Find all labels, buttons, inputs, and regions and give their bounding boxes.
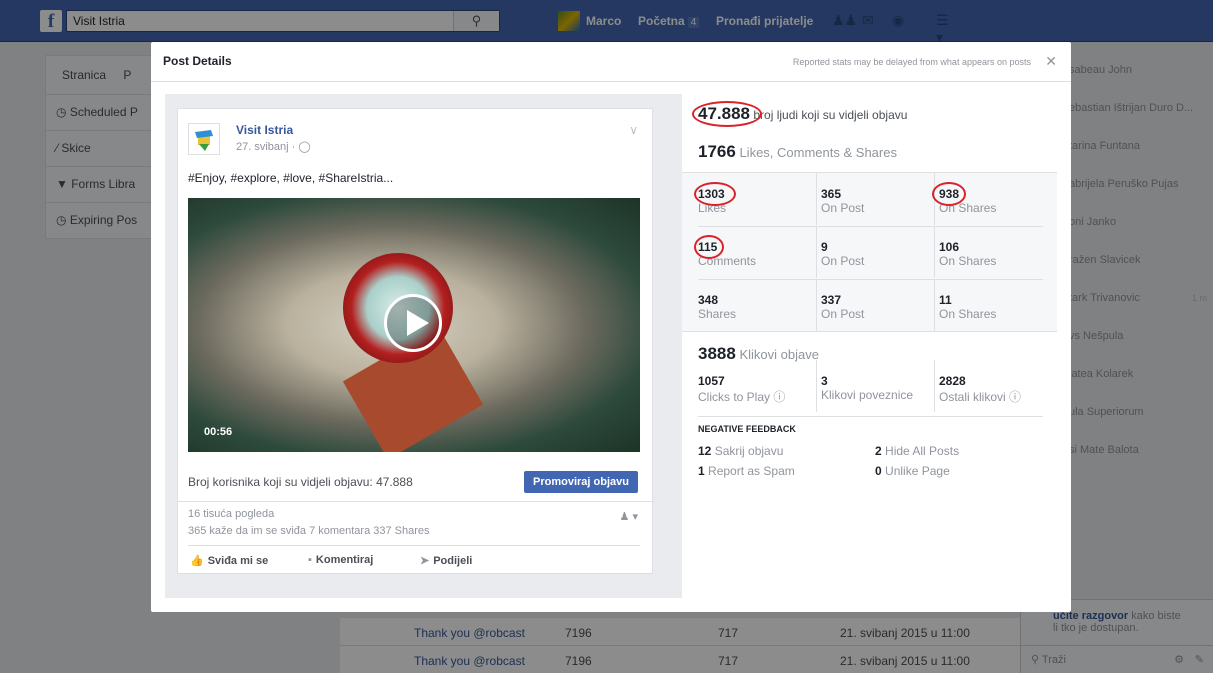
shares-total: 348 bbox=[698, 293, 719, 307]
share-label: Podijeli bbox=[433, 555, 473, 567]
comment-button[interactable]: ▪ Komentiraj bbox=[308, 554, 373, 566]
hide-post-stat: 12 Sakrij objavu bbox=[698, 444, 783, 458]
hide-all-value: 2 bbox=[875, 444, 882, 458]
stats-delay-note: Reported stats may be delayed from what … bbox=[792, 57, 1031, 67]
promote-button[interactable]: Promoviraj objavu bbox=[524, 471, 638, 493]
engagement-label: Likes, Comments & Shares bbox=[739, 145, 897, 160]
share-button[interactable]: ➤ Podijeli bbox=[420, 554, 472, 567]
view-count: 16 tisuća pogleda bbox=[188, 508, 275, 520]
highlight-circle bbox=[694, 182, 736, 206]
post-date[interactable]: 27. svibanj · ◯ bbox=[236, 140, 311, 153]
clicks-to-play: 1057 bbox=[698, 374, 725, 388]
highlight-circle bbox=[692, 101, 762, 127]
play-icon[interactable] bbox=[384, 294, 442, 352]
comments-on-shares: 106 bbox=[939, 240, 960, 254]
chevron-down-icon[interactable]: ∨ bbox=[629, 123, 638, 137]
likes-on-post: 365 bbox=[821, 187, 842, 201]
hide-post-value: 12 bbox=[698, 444, 712, 458]
clicks-to-play-text: Clicks to Play bbox=[698, 390, 771, 404]
like-button[interactable]: 👍 Sviđa mi se bbox=[190, 554, 268, 567]
post-details-modal: Post Details Reported stats may be delay… bbox=[151, 42, 1071, 612]
visit-istria-logo-icon bbox=[195, 130, 213, 151]
other-clicks-cell: 2828 Ostali klikovi ⓘ bbox=[934, 360, 1054, 412]
comments-on-post: 9 bbox=[821, 240, 828, 254]
spam-label: Report as Spam bbox=[708, 464, 795, 478]
thumbs-up-icon: 👍 bbox=[190, 555, 204, 567]
like-label: Sviđa mi se bbox=[207, 555, 269, 567]
hide-post-label: Sakrij objavu bbox=[714, 444, 784, 458]
modal-header: Post Details Reported stats may be delay… bbox=[151, 42, 1071, 82]
unlike-value: 0 bbox=[875, 464, 882, 478]
comments-on-shares-cell: 106 On Shares bbox=[934, 226, 1054, 278]
share-icon: ➤ bbox=[420, 555, 430, 567]
video-duration: 00:56 bbox=[204, 426, 233, 438]
clicks-to-play-label: Clicks to Play ⓘ bbox=[698, 388, 818, 405]
shares-on-post-cell: 337 On Post bbox=[816, 279, 936, 331]
modal-title: Post Details bbox=[163, 54, 232, 68]
comments-on-post-cell: 9 On Post bbox=[816, 226, 936, 278]
likes-on-post-label: On Post bbox=[821, 201, 865, 215]
engagement-value: 1766 bbox=[698, 142, 736, 161]
comment-icon: ▪ bbox=[308, 554, 312, 566]
negative-feedback-title: NEGATIVE FEEDBACK bbox=[698, 424, 796, 434]
close-icon[interactable]: ✕ bbox=[1045, 53, 1057, 70]
divider bbox=[188, 545, 640, 546]
video-player[interactable]: 00:56 bbox=[188, 198, 640, 452]
post-preview-panel: Visit Istria 27. svibanj · ◯ ∨ #Enjoy, #… bbox=[165, 94, 682, 598]
page-avatar[interactable] bbox=[188, 123, 220, 155]
highlight-circle bbox=[932, 182, 966, 206]
comments-on-shares-label: On Shares bbox=[939, 254, 997, 268]
post-date-text: 27. svibanj · bbox=[236, 141, 296, 153]
unlike-stat: 0 Unlike Page bbox=[875, 464, 950, 478]
shares-on-post: 337 bbox=[821, 293, 842, 307]
clicks-to-play-cell: 1057 Clicks to Play ⓘ bbox=[698, 360, 818, 412]
other-clicks-label: Ostali klikovi ⓘ bbox=[939, 388, 1054, 405]
other-clicks: 2828 bbox=[939, 374, 966, 388]
link-clicks: 3 bbox=[821, 374, 828, 388]
engagement-breakdown: 1303 Likes 365 On Post 938 On Shares 115 Com… bbox=[682, 172, 1057, 332]
shares-on-shares-cell: 11 On Shares bbox=[934, 279, 1054, 331]
post-card: Visit Istria 27. svibanj · ◯ ∨ #Enjoy, #… bbox=[177, 108, 654, 574]
engagement-stat: 1766 Likes, Comments & Shares bbox=[698, 142, 897, 162]
shares-label: Shares bbox=[698, 307, 737, 321]
other-clicks-text: Ostali klikovi bbox=[939, 390, 1006, 404]
reach-summary: Broj korisnika koji su vidjeli objavu: 4… bbox=[188, 475, 413, 489]
link-clicks-cell: 3 Klikovi poveznice bbox=[816, 360, 936, 412]
likes-on-post-cell: 365 On Post bbox=[816, 173, 936, 225]
link-clicks-label: Klikovi poveznice bbox=[821, 388, 914, 402]
info-icon[interactable]: ⓘ bbox=[1009, 390, 1021, 404]
shares-on-post-label: On Post bbox=[821, 307, 865, 321]
info-icon[interactable]: ⓘ bbox=[773, 390, 785, 404]
hide-all-label: Hide All Posts bbox=[885, 444, 960, 458]
spam-stat: 1 Report as Spam bbox=[698, 464, 795, 478]
spam-value: 1 bbox=[698, 464, 705, 478]
hide-all-stat: 2 Hide All Posts bbox=[875, 444, 959, 458]
divider bbox=[178, 501, 654, 502]
highlight-circle bbox=[694, 235, 724, 259]
shares-cell: 348 Shares bbox=[698, 279, 818, 331]
reach-label: broj ljudi koji su vidjeli objavu bbox=[753, 108, 908, 122]
post-text: #Enjoy, #explore, #love, #ShareIstria... bbox=[188, 171, 394, 185]
shares-on-shares-label: On Shares bbox=[939, 307, 997, 321]
comment-label: Komentiraj bbox=[315, 554, 374, 566]
engagement-summary[interactable]: 365 kaže da im se sviđa 7 komentara 337 … bbox=[188, 525, 430, 537]
comments-on-post-label: On Post bbox=[821, 254, 865, 268]
globe-icon: ◯ bbox=[298, 141, 311, 153]
divider bbox=[698, 416, 1043, 417]
unlike-label: Unlike Page bbox=[885, 464, 950, 478]
page-name-link[interactable]: Visit Istria bbox=[236, 123, 293, 137]
share-as-selector-icon[interactable]: ♟ ▾ bbox=[620, 510, 638, 523]
shares-on-shares: 11 bbox=[939, 293, 952, 307]
